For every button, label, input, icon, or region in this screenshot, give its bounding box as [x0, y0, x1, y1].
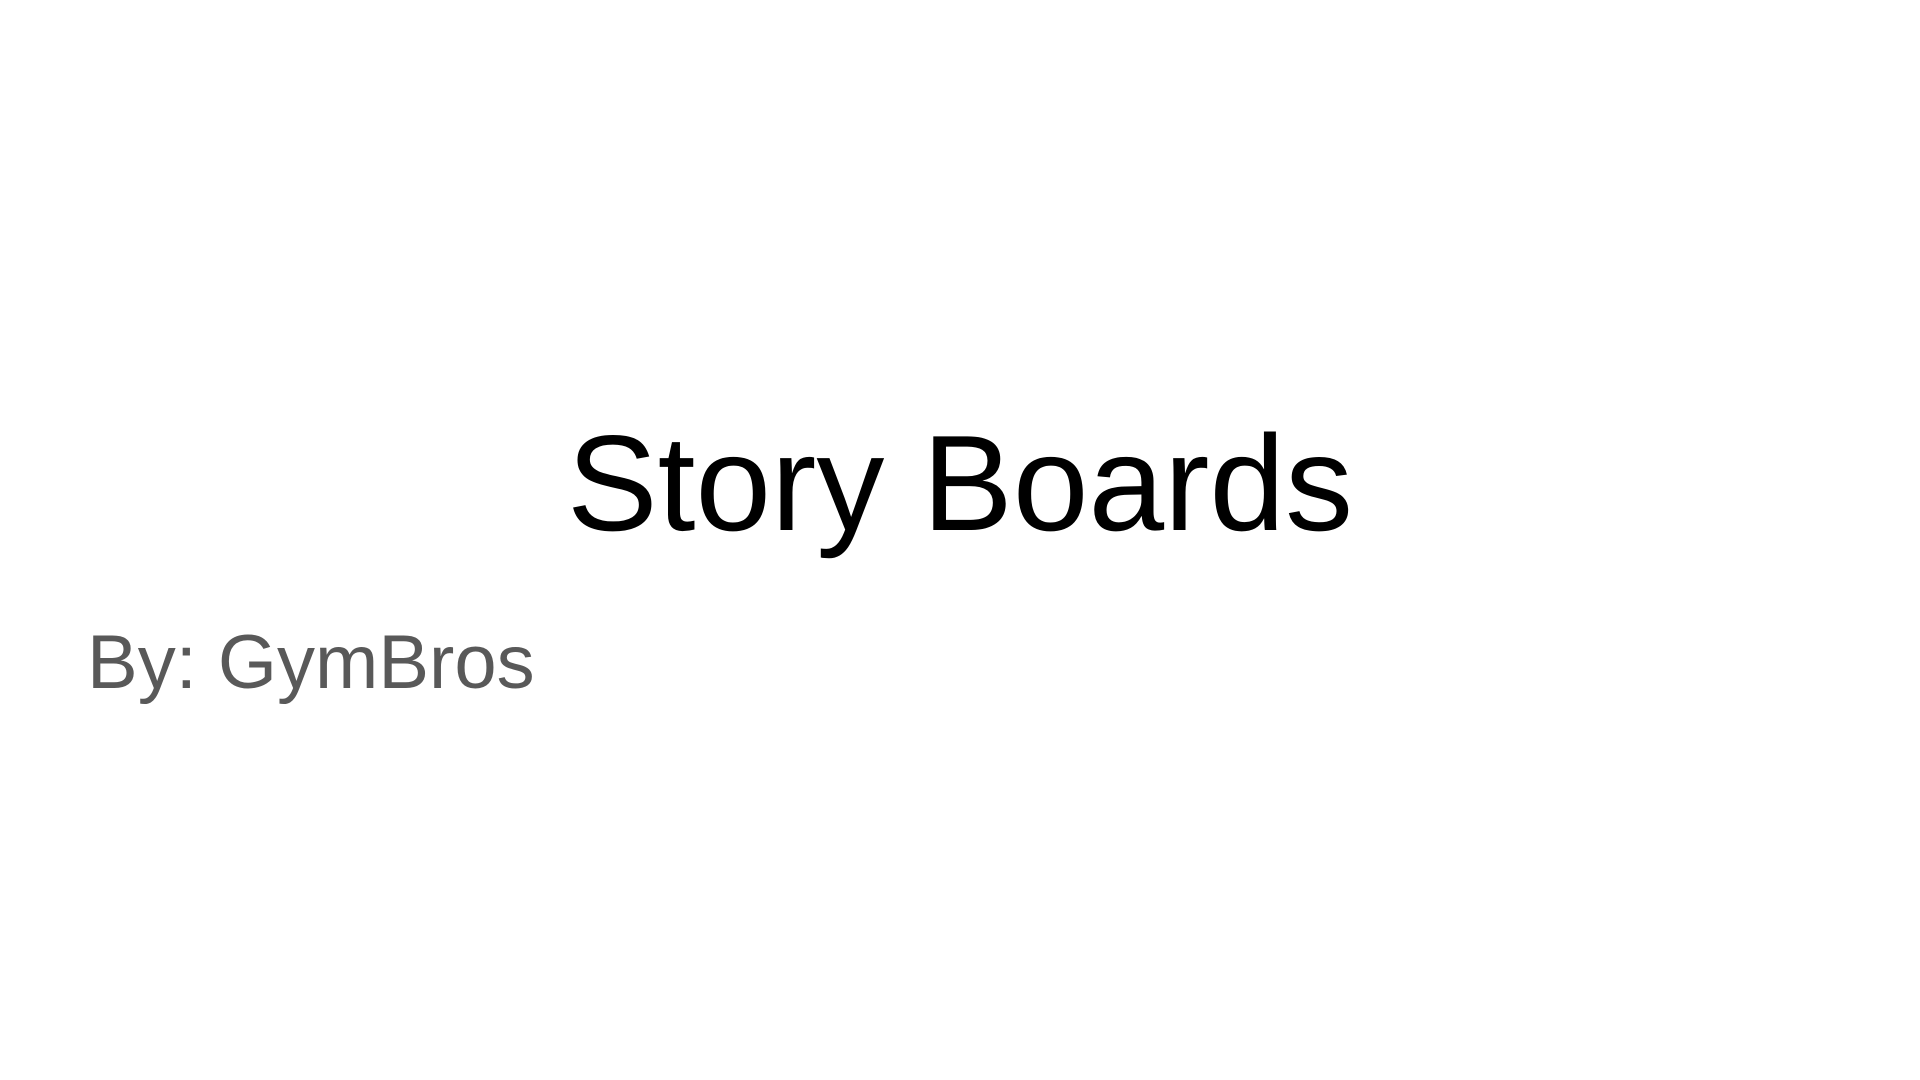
slide-subtitle: By: GymBros	[87, 620, 535, 705]
slide-title: Story Boards	[566, 407, 1354, 559]
slide: Story Boards By: GymBros	[0, 0, 1920, 1080]
